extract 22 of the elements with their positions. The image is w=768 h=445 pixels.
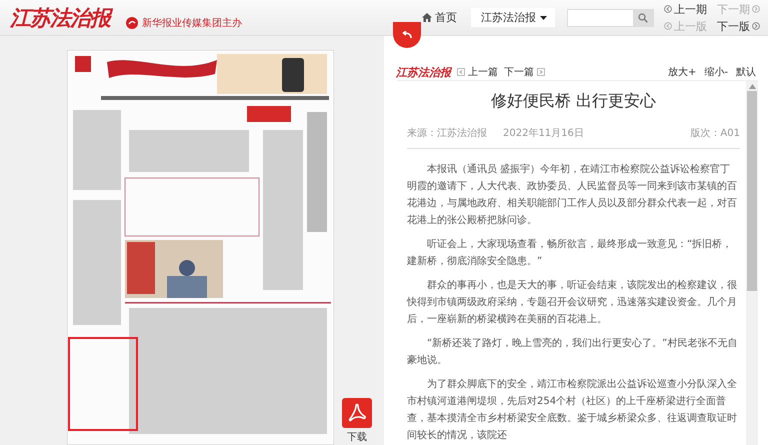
source-label: 来源：江苏法治报 <box>407 126 487 140</box>
edition-label: 版次：A01 <box>690 127 740 140</box>
article-title: 修好便民桥 出行更安心 <box>490 91 658 112</box>
zoom-button[interactable]: 缩小- <box>704 65 728 79</box>
article-paragraph: 听证会上，大家现场查看，畅所欲言，最终形成一致意见：“拆旧桥，建新桥，彻底消除安全隐患。” <box>407 238 734 269</box>
zoom-button[interactable]: 放大+ <box>668 65 696 79</box>
previous-article-link[interactable]: 上一篇 <box>457 65 498 79</box>
newspaper-logo: 江苏法治报 <box>396 66 451 80</box>
home-link[interactable]: 首页 <box>422 10 457 25</box>
publisher-label: 新华报业传媒集团主办 <box>142 16 242 30</box>
article-paragraph: 本报讯（通讯员 盛振宇）今年初，在靖江市检察院公益诉讼检察官丁明霞的邀请下，人大代表、政协委员、人民监督员等一同来到该市某镇的百花港边，与属地政府、相关职能部门工作人员以及部分群众代表一起，对百花港上的张公殿桥把脉问诊。 <box>407 162 738 228</box>
article-paragraph: “新桥还装了路灯，晚上雪亮的，我们出行更安心了。”村民老张不无自豪地说。 <box>407 336 738 368</box>
download-label: 下载 <box>347 430 367 444</box>
article-paragraph: 为了群众脚底下的安全，靖江市检察院派出公益诉讼巡查小分队深入全市村镇河道港闸堤坝，先后对254个村（社区）的上千座桥梁进行全面普查，基本摸清全市乡村桥梁安全底数。鉴于城乡桥梁众多、往返调查取证时间较长的情况，该院还 <box>407 378 738 443</box>
zoom-button[interactable]: 默认 <box>736 65 756 79</box>
date-label: 2022年11月16日 <box>503 127 584 140</box>
article-paragraph: 群众的事再小，也是天大的事，听证会结束，该院发出的检察建议，很快得到市镇两级政府采纳，专题召开会议研究，迅速落实建设资金。几个月后，一座崭新的桥梁横跨在美丽的百花港上。 <box>407 278 738 327</box>
next-link[interactable]: 下一版 <box>717 18 760 34</box>
next-article-link[interactable]: 下一篇 <box>504 65 545 79</box>
home-label: 首页 <box>435 10 457 25</box>
newspaper-dropdown[interactable]: 江苏法治报 <box>471 8 555 27</box>
previous-link[interactable]: 上一期 <box>664 2 707 16</box>
